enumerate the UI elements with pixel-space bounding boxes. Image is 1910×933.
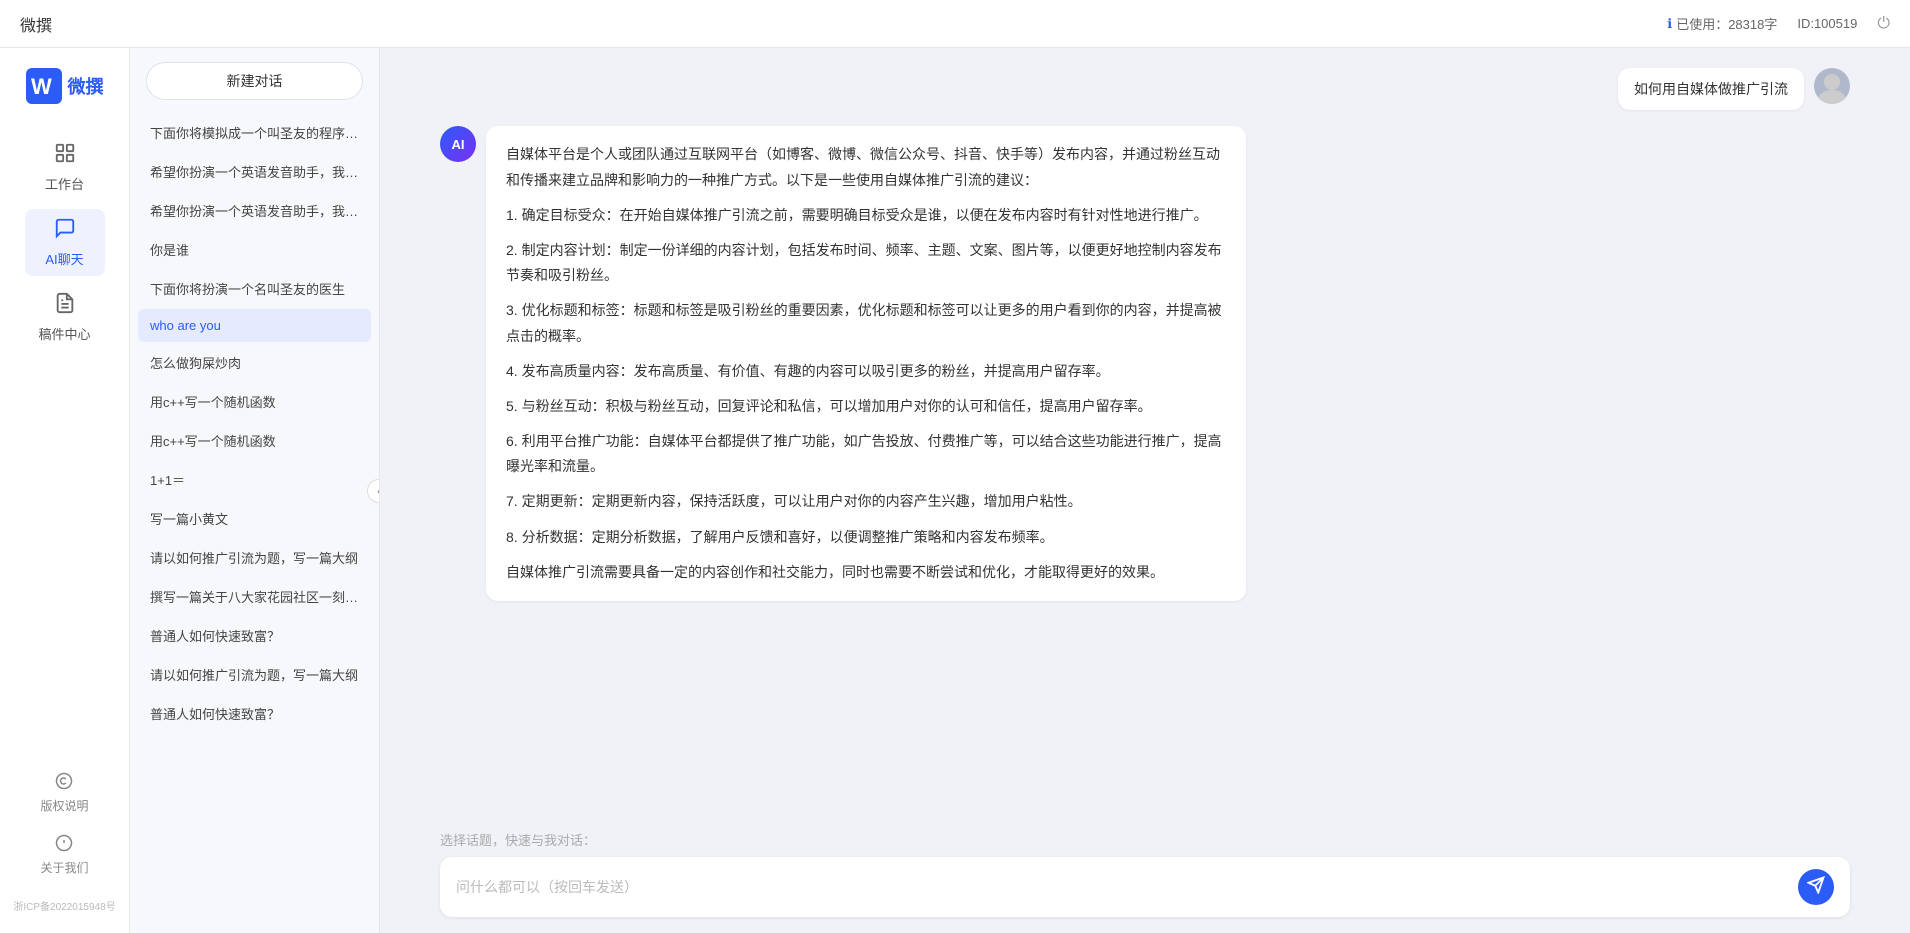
conversation-item-11[interactable]: 写一篇小黄文 xyxy=(138,500,371,537)
left-nav: W 微撰 工作台 AI聊天 稿件中心 xyxy=(0,48,130,933)
sidebar-item-about[interactable]: 关于我们 xyxy=(34,828,94,882)
quick-topics-label: 选择话题，快速与我对话： xyxy=(440,830,1850,849)
topbar-title: 微撰 xyxy=(20,12,52,36)
ai-avatar-inner: AI xyxy=(440,126,476,162)
ai-message-paragraph: 5. 与粉丝互动：积极与粉丝互动，回复评论和私信，可以增加用户对你的认可和信任，… xyxy=(506,394,1226,419)
ai-message-paragraph: 1. 确定目标受众：在开始自媒体推广引流之前，需要明确目标受众是谁，以便在发布内… xyxy=(506,203,1226,228)
chat-messages: 如何用自媒体做推广引流 AI 自媒体平台是个人或团队通过互联网平台（如博客、微博、微… xyxy=(380,48,1910,818)
conversation-item-13[interactable]: 撰写一篇关于八大家花园社区一刻钟便民生... xyxy=(138,578,371,615)
conversation-item-2[interactable]: 希望你扮演一个英语发音助手，我提供给你... xyxy=(138,153,371,190)
conversation-list: 下面你将模拟成一个叫圣友的程序员，我说...希望你扮演一个英语发音助手，我提供给… xyxy=(130,114,379,933)
conversation-item-8[interactable]: 用c++写一个随机函数 xyxy=(138,383,371,420)
nav-bottom: 版权说明 关于我们 浙ICP备2022015948号 xyxy=(13,766,115,913)
conversation-item-15[interactable]: 请以如何推广引流为题，写一篇大纲 xyxy=(138,656,371,693)
conversation-item-7[interactable]: 怎么做狗屎炒肉 xyxy=(138,344,371,381)
ai-message-paragraph: 8. 分析数据：定期分析数据，了解用户反馈和喜好，以便调整推广策略和内容发布频率… xyxy=(506,525,1226,550)
usage-text: 已使用：28318字 xyxy=(1676,14,1777,33)
sidebar-item-drafts[interactable]: 稿件中心 xyxy=(25,284,105,351)
main-layout: W 微撰 工作台 AI聊天 稿件中心 xyxy=(0,48,1910,933)
topbar: 微撰 ℹ 已使用：28318字 ID:100519 ⏻ xyxy=(0,0,1910,48)
ai-message-paragraph: 3. 优化标题和标签：标题和标签是吸引粉丝的重要因素，优化标题和标签可以让更多的… xyxy=(506,298,1226,348)
workbench-icon xyxy=(54,142,76,170)
conversation-item-16[interactable]: 普通人如何快速致富？ xyxy=(138,695,371,732)
drafts-label: 稿件中心 xyxy=(38,324,90,343)
sidebar-item-copyright[interactable]: 版权说明 xyxy=(34,766,94,820)
conversation-item-5[interactable]: 下面你将扮演一个名叫圣友的医生 xyxy=(138,270,371,307)
conversation-item-6[interactable]: who are you xyxy=(138,309,371,342)
about-label: 关于我们 xyxy=(40,859,88,876)
ai-message-paragraph: 7. 定期更新：定期更新内容，保持活跃度，可以让用户对你的内容产生兴趣，增加用户… xyxy=(506,489,1226,514)
topbar-usage: ℹ 已使用：28318字 xyxy=(1667,14,1777,33)
svg-text:W: W xyxy=(31,74,52,99)
about-icon xyxy=(55,834,73,855)
info-icon: ℹ xyxy=(1667,16,1672,32)
logo-icon: W xyxy=(26,68,62,104)
nav-items: 工作台 AI聊天 稿件中心 xyxy=(0,134,129,351)
sidebar-item-ai-chat[interactable]: AI聊天 xyxy=(25,209,105,276)
conversation-item-4[interactable]: 你是谁 xyxy=(138,231,371,268)
input-box xyxy=(440,857,1850,917)
logo-text: 微撰 xyxy=(68,73,104,99)
ai-chat-label: AI聊天 xyxy=(45,249,83,268)
chat-sidebar: 新建对话 下面你将模拟成一个叫圣友的程序员，我说...希望你扮演一个英语发音助手… xyxy=(130,48,380,933)
ai-message-text: 自媒体平台是个人或团队通过互联网平台（如博客、微博、微信公众号、抖音、快手等）发… xyxy=(486,126,1246,601)
user-id: ID:100519 xyxy=(1797,16,1857,31)
ai-chat-icon xyxy=(54,217,76,245)
copyright-icon xyxy=(55,772,73,793)
user-message-text: 如何用自媒体做推广引流 xyxy=(1618,68,1804,110)
ai-avatar: AI xyxy=(440,126,476,162)
chat-input-area: 选择话题，快速与我对话： xyxy=(380,818,1910,933)
drafts-icon xyxy=(54,292,76,320)
copyright-label: 版权说明 xyxy=(40,797,88,814)
send-button[interactable] xyxy=(1798,869,1834,905)
chat-area: 如何用自媒体做推广引流 AI 自媒体平台是个人或团队通过互联网平台（如博客、微博、微… xyxy=(380,48,1910,933)
conversation-item-1[interactable]: 下面你将模拟成一个叫圣友的程序员，我说... xyxy=(138,114,371,151)
logo-area: W 微撰 xyxy=(26,68,104,104)
conversation-item-3[interactable]: 希望你扮演一个英语发音助手，我提供给你... xyxy=(138,192,371,229)
ai-message-paragraph: 2. 制定内容计划：制定一份详细的内容计划，包括发布时间、频率、主题、文案、图片… xyxy=(506,238,1226,288)
topbar-right: ℹ 已使用：28318字 ID:100519 ⏻ xyxy=(1667,14,1890,33)
sidebar-item-workbench[interactable]: 工作台 xyxy=(25,134,105,201)
ai-message-paragraph: 自媒体推广引流需要具备一定的内容创作和社交能力，同时也需要不断尝试和优化，才能取… xyxy=(506,560,1226,585)
ai-message-paragraph: 6. 利用平台推广功能：自媒体平台都提供了推广功能，如广告投放、付费推广等，可以… xyxy=(506,429,1226,479)
ai-message-paragraph: 4. 发布高质量内容：发布高质量、有价值、有趣的内容可以吸引更多的粉丝，并提高用… xyxy=(506,359,1226,384)
conversation-item-9[interactable]: 用c++写一个随机函数 xyxy=(138,422,371,459)
user-message: 如何用自媒体做推广引流 xyxy=(440,68,1850,110)
workbench-label: 工作台 xyxy=(45,174,84,193)
conversation-item-12[interactable]: 请以如何推广引流为题，写一篇大纲 xyxy=(138,539,371,576)
new-conversation-button[interactable]: 新建对话 xyxy=(146,62,363,100)
ai-message: AI 自媒体平台是个人或团队通过互联网平台（如博客、微博、微信公众号、抖音、快手等… xyxy=(440,126,1850,601)
ai-message-paragraph: 自媒体平台是个人或团队通过互联网平台（如博客、微博、微信公众号、抖音、快手等）发… xyxy=(506,142,1226,192)
conversation-item-10[interactable]: 1+1＝ xyxy=(138,461,371,498)
icp-text: 浙ICP备2022015948号 xyxy=(13,898,115,913)
user-avatar xyxy=(1814,68,1850,104)
chat-input[interactable] xyxy=(456,877,1788,905)
power-icon[interactable]: ⏻ xyxy=(1877,15,1890,33)
send-icon xyxy=(1807,876,1825,899)
conversation-item-14[interactable]: 普通人如何快速致富？ xyxy=(138,617,371,654)
